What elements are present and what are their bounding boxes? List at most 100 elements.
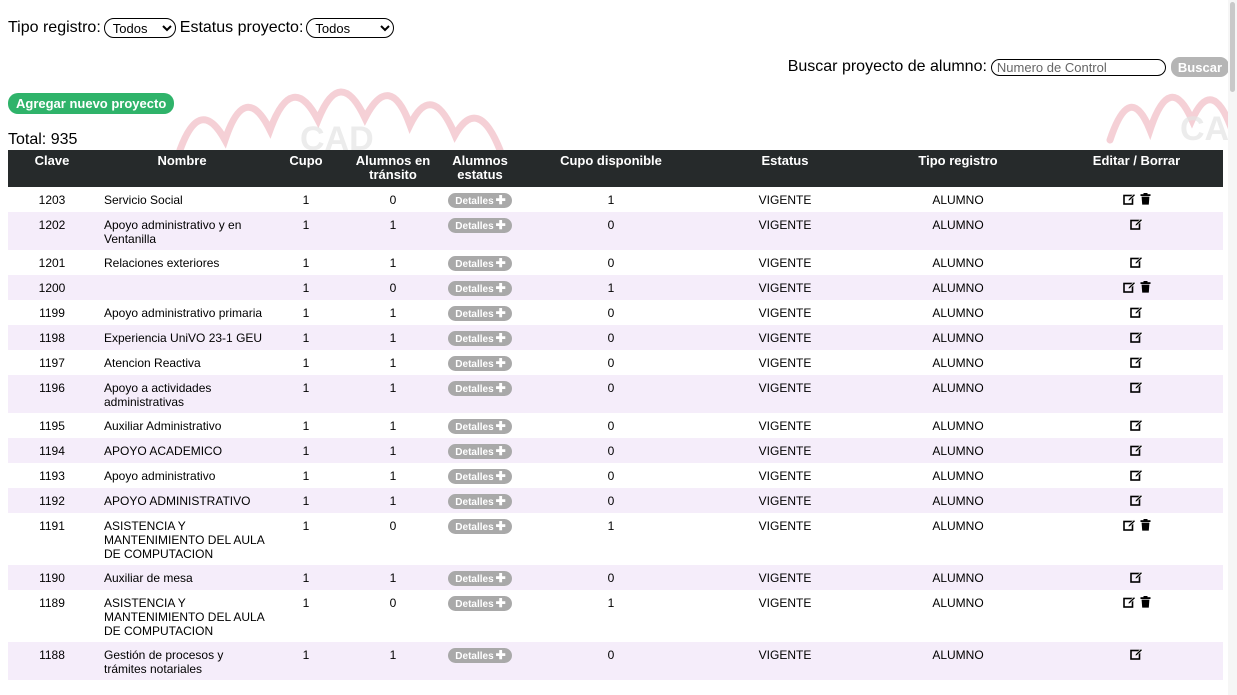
cell-cupo: 1: [302, 356, 310, 370]
scrollbar-thumb[interactable]: [1230, 2, 1235, 92]
edit-icon[interactable]: [1130, 218, 1143, 230]
detalles-button[interactable]: Detalles ✚: [448, 596, 512, 611]
cell-estatus: VIGENTE: [758, 218, 812, 232]
cell-actions: [1050, 275, 1223, 300]
plus-icon: ✚: [495, 494, 506, 508]
edit-icon[interactable]: [1122, 596, 1136, 608]
trash-icon[interactable]: [1140, 596, 1151, 608]
cell-estatus: VIGENTE: [758, 519, 812, 533]
cell-actions: [1050, 642, 1223, 680]
table-row: 1199 Apoyo administrativo primaria 1 1 Detal…: [8, 300, 1223, 325]
column-header: Cupo: [268, 150, 344, 187]
detalles-button[interactable]: Detalles ✚: [448, 356, 512, 371]
table-header-row: Clave Nombre Cupo Alumnos en tránsito Al…: [8, 150, 1223, 187]
column-header: Alumnos estatus: [442, 150, 518, 187]
detalles-button[interactable]: Detalles ✚: [448, 648, 512, 663]
edit-icon[interactable]: [1130, 469, 1143, 481]
cell-estatus: VIGENTE: [758, 281, 812, 295]
column-header: Cupo disponible: [518, 150, 704, 187]
detalles-button[interactable]: Detalles ✚: [448, 444, 512, 459]
cell-actions: [1050, 488, 1223, 513]
detalles-button[interactable]: Detalles ✚: [448, 469, 512, 484]
detalles-label: Detalles: [455, 196, 494, 207]
detalles-button[interactable]: Detalles ✚: [448, 519, 512, 534]
plus-icon: ✚: [495, 356, 506, 370]
cell-alumnos-estatus: Detalles ✚: [442, 212, 518, 250]
detalles-button[interactable]: Detalles ✚: [448, 306, 512, 321]
numero-control-input[interactable]: [990, 58, 1166, 76]
cell-cupo: 1: [302, 519, 310, 533]
add-project-button[interactable]: Agregar nuevo proyecto: [8, 93, 175, 114]
cell-estatus: VIGENTE: [758, 193, 812, 207]
table-row: 1191 ASISTENCIA Y MANTENIMIENTO DEL AULA …: [8, 513, 1223, 565]
edit-icon[interactable]: [1130, 419, 1143, 431]
tipo-registro-select[interactable]: Todos: [103, 18, 176, 38]
projects-table: Clave Nombre Cupo Alumnos en tránsito Al…: [8, 150, 1223, 680]
cell-estatus: VIGENTE: [758, 648, 812, 662]
edit-icon[interactable]: [1130, 331, 1143, 343]
edit-icon[interactable]: [1130, 571, 1143, 583]
cell-cupo-disponible: 0: [607, 571, 615, 585]
cell-cupo: 1: [302, 596, 310, 610]
cell-clave: 1202: [38, 218, 66, 232]
column-header: Editar / Borrar: [1050, 150, 1223, 187]
cell-nombre: Apoyo administrativo: [104, 469, 216, 483]
edit-icon[interactable]: [1130, 381, 1143, 393]
edit-icon[interactable]: [1122, 281, 1136, 293]
edit-icon[interactable]: [1130, 648, 1143, 660]
edit-icon[interactable]: [1122, 519, 1136, 531]
cell-tipo-registro: ALUMNO: [932, 519, 984, 533]
cell-alumnos-estatus: Detalles ✚: [442, 513, 518, 565]
detalles-label: Detalles: [455, 359, 494, 370]
detalles-button[interactable]: Detalles ✚: [448, 381, 512, 396]
trash-icon[interactable]: [1140, 519, 1151, 531]
edit-icon[interactable]: [1130, 444, 1143, 456]
cell-clave: 1197: [39, 356, 65, 370]
edit-icon[interactable]: [1130, 256, 1143, 268]
detalles-button[interactable]: Detalles ✚: [448, 256, 512, 271]
trash-icon[interactable]: [1140, 281, 1151, 293]
estatus-proyecto-select[interactable]: Todos: [306, 18, 395, 38]
detalles-button[interactable]: Detalles ✚: [448, 571, 512, 586]
cell-transito: 1: [389, 256, 397, 270]
edit-icon[interactable]: [1130, 494, 1143, 506]
edit-icon[interactable]: [1122, 193, 1136, 205]
cell-alumnos-estatus: Detalles ✚: [442, 187, 518, 212]
detalles-label: Detalles: [455, 574, 494, 585]
cell-cupo: 1: [302, 193, 310, 207]
cell-estatus: VIGENTE: [758, 494, 812, 508]
cell-cupo-disponible: 1: [607, 281, 615, 295]
cell-transito: 0: [389, 596, 397, 610]
plus-icon: ✚: [495, 256, 506, 270]
cell-alumnos-estatus: Detalles ✚: [442, 375, 518, 413]
cell-cupo: 1: [302, 256, 310, 270]
cell-cupo: 1: [302, 494, 310, 508]
cell-alumnos-estatus: Detalles ✚: [442, 350, 518, 375]
column-header: Alumnos en tránsito: [344, 150, 442, 187]
detalles-button[interactable]: Detalles ✚: [448, 331, 512, 346]
edit-icon[interactable]: [1130, 306, 1143, 318]
detalles-label: Detalles: [455, 422, 494, 433]
cell-actions: [1050, 325, 1223, 350]
cell-tipo-registro: ALUMNO: [932, 469, 984, 483]
detalles-label: Detalles: [455, 259, 494, 270]
cell-cupo: 1: [302, 444, 310, 458]
cell-tipo-registro: ALUMNO: [932, 444, 984, 458]
search-bar: Buscar proyecto de alumno: Buscar: [788, 57, 1229, 77]
cell-alumnos-estatus: Detalles ✚: [442, 642, 518, 680]
detalles-button[interactable]: Detalles ✚: [448, 193, 512, 208]
trash-icon[interactable]: [1140, 193, 1151, 205]
detalles-button[interactable]: Detalles ✚: [448, 218, 512, 233]
cell-clave: 1201: [38, 256, 66, 270]
buscar-button[interactable]: Buscar: [1170, 57, 1229, 77]
edit-icon[interactable]: [1130, 356, 1143, 368]
cell-clave: 1188: [39, 648, 65, 662]
cell-alumnos-estatus: Detalles ✚: [442, 565, 518, 590]
cell-tipo-registro: ALUMNO: [932, 419, 984, 433]
detalles-button[interactable]: Detalles ✚: [448, 419, 512, 434]
scrollbar[interactable]: [1228, 0, 1237, 695]
detalles-button[interactable]: Detalles ✚: [448, 281, 512, 296]
cell-cupo-disponible: 0: [607, 256, 615, 270]
plus-icon: ✚: [495, 331, 506, 345]
detalles-button[interactable]: Detalles ✚: [448, 494, 512, 509]
